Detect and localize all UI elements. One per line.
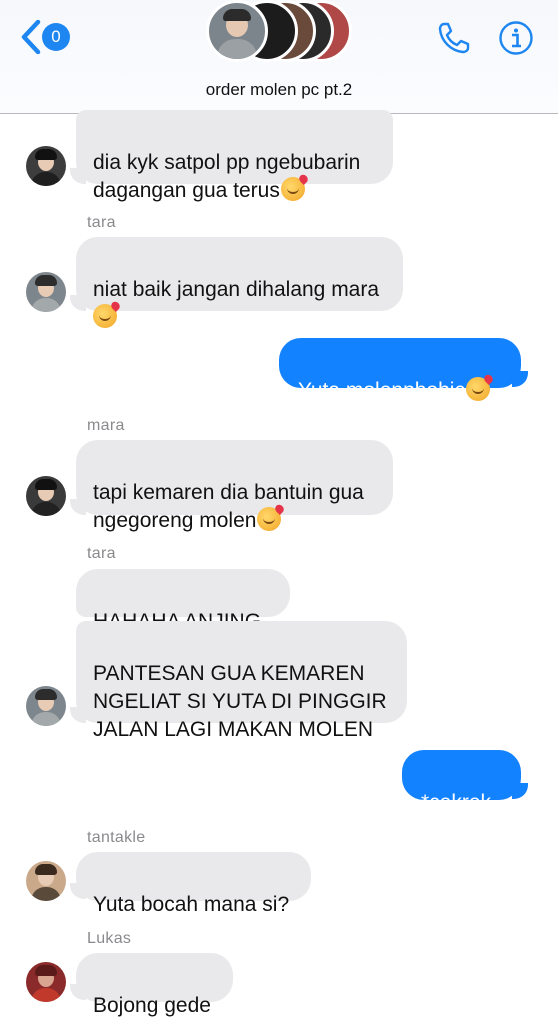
smiling-face-with-hearts-emoji [465, 377, 490, 401]
message-bubble[interactable]: dia kyk satpol pp ngebubarin dagangan gu… [76, 110, 393, 202]
info-icon[interactable] [498, 20, 534, 56]
group-member-avatar [206, 0, 268, 62]
sender-avatar[interactable] [26, 272, 66, 312]
sender-name: tantakle [87, 829, 146, 846]
sender-name: Lukas [87, 930, 132, 947]
message-bubble[interactable]: PANTESAN GUA KEMAREN NGELIAT SI YUTA DI … [76, 621, 407, 741]
sender-name: mara [87, 417, 125, 434]
message-text: Yuta molenphobic [298, 379, 465, 402]
sender-avatar[interactable] [26, 146, 66, 186]
phone-icon[interactable] [436, 20, 472, 56]
back-button[interactable]: 0 [20, 20, 72, 54]
message-text: dia kyk satpol pp ngebubarin dagangan gu… [93, 151, 361, 202]
smiling-face-with-hearts-emoji [280, 177, 305, 201]
smiling-face-with-hearts-emoji [93, 304, 117, 328]
message-bubble[interactable]: Bojong gede [76, 953, 233, 1017]
sender-avatar[interactable] [26, 686, 66, 726]
unread-count-badge: 0 [42, 23, 70, 51]
message-bubble[interactable]: HAHAHA ANJING [76, 569, 290, 633]
message-bubble[interactable]: *cekrek [402, 750, 521, 814]
message-bubble[interactable]: Yuta bocah mana si? [76, 852, 311, 916]
message-text: *cekrek [421, 791, 492, 814]
sender-name: tara [87, 545, 116, 562]
message-bubble[interactable]: tapi kemaren dia bantuin gua ngegoreng m… [76, 440, 393, 532]
group-title[interactable]: order molen pc pt.2 [0, 80, 558, 100]
message-text: Yuta bocah mana si? [93, 893, 290, 916]
sender-avatar[interactable] [26, 861, 66, 901]
message-text: Bojong gede [93, 994, 211, 1017]
message-bubble[interactable]: niat baik jangan dihalang mara [76, 237, 403, 328]
message-bubble[interactable]: Yuta molenphobic [279, 338, 521, 402]
chevron-left-icon [21, 20, 41, 54]
chat-header: 0 order molen pc pt.2 [0, 0, 558, 114]
sender-avatar[interactable] [26, 476, 66, 516]
sender-avatar[interactable] [26, 962, 66, 1002]
message-text: tapi kemaren dia bantuin gua ngegoreng m… [93, 481, 364, 532]
sender-name: tara [87, 214, 116, 231]
message-text: PANTESAN GUA KEMAREN NGELIAT SI YUTA DI … [93, 662, 387, 741]
message-text: niat baik jangan dihalang mara [93, 278, 380, 301]
group-avatar-stack[interactable] [204, 0, 354, 66]
smiling-face-with-hearts-emoji [257, 507, 282, 531]
